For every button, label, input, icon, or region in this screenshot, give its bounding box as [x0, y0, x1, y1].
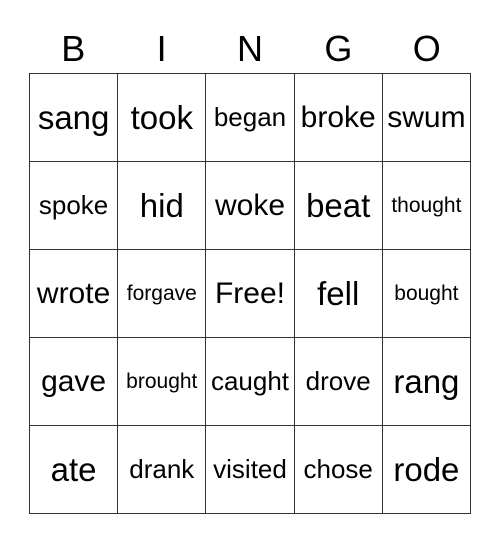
header-letter-g: G — [324, 28, 353, 69]
bingo-cell[interactable]: thought — [382, 162, 471, 250]
bingo-cell[interactable]: rode — [382, 426, 471, 514]
bingo-cell[interactable]: swum — [382, 74, 471, 162]
bingo-cell[interactable]: drove — [294, 338, 383, 426]
bingo-cell[interactable]: took — [118, 74, 207, 162]
header-letter-o: O — [412, 28, 441, 69]
bingo-cell[interactable]: began — [206, 74, 295, 162]
bingo-cell[interactable]: sang — [30, 74, 119, 162]
bingo-cell[interactable]: hid — [118, 162, 207, 250]
bingo-cell[interactable]: bought — [382, 250, 471, 338]
bingo-cell[interactable]: rang — [382, 338, 471, 426]
bingo-cell[interactable]: chose — [294, 426, 383, 514]
bingo-cell[interactable]: spoke — [30, 162, 119, 250]
header-letter-i: I — [156, 28, 167, 69]
free-space-cell[interactable]: Free! — [206, 250, 295, 338]
bingo-cell[interactable]: wrote — [30, 250, 119, 338]
bingo-grid: sang took began broke swum spoke hid wok… — [29, 73, 471, 514]
bingo-cell[interactable]: gave — [30, 338, 119, 426]
bingo-cell[interactable]: fell — [294, 250, 383, 338]
bingo-cell[interactable]: visited — [206, 426, 295, 514]
bingo-cell[interactable]: woke — [206, 162, 295, 250]
bingo-cell[interactable]: drank — [118, 426, 207, 514]
header-letter-n: N — [236, 28, 263, 69]
bingo-cell[interactable]: ate — [30, 426, 119, 514]
bingo-cell[interactable]: caught — [206, 338, 295, 426]
bingo-header: B I N G O — [29, 26, 471, 72]
bingo-cell[interactable]: forgave — [118, 250, 207, 338]
header-letter-b: B — [61, 28, 86, 69]
bingo-cell[interactable]: broke — [294, 74, 383, 162]
bingo-cell[interactable]: beat — [294, 162, 383, 250]
bingo-cell[interactable]: brought — [118, 338, 207, 426]
